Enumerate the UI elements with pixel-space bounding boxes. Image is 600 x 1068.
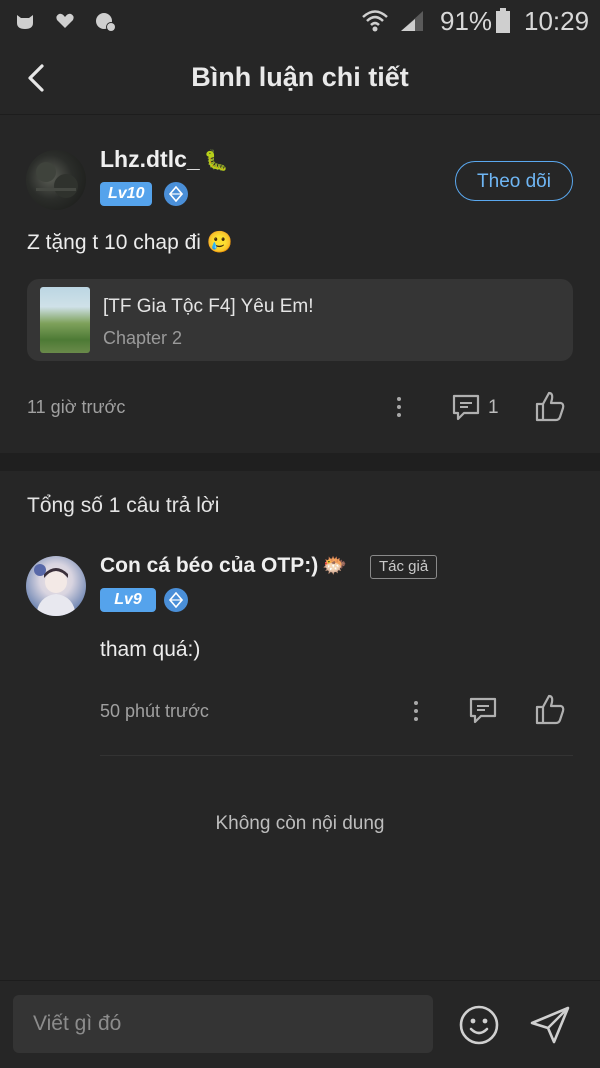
send-icon [530,1006,570,1044]
page-title: Bình luận chi tiết [191,62,409,92]
avatar[interactable] [26,150,86,210]
comic-title: [TF Gia Tộc F4] Yêu Em! [103,296,314,317]
clock: 10:29 [524,6,590,36]
comic-chapter: Chapter 2 [103,328,183,348]
post-content: Z tặng t 10 chap đi 🥲 [27,231,233,254]
reply-time: 50 phút trước [100,701,209,721]
comment-icon [452,394,480,421]
like-icon [535,694,565,725]
diamond-icon [164,588,188,612]
reply-username-emoji: 🐡 [322,555,348,577]
smiley-icon [459,1005,499,1045]
diamond-icon [164,182,188,206]
level-badge: Lv10 [100,182,153,206]
more-icon[interactable] [387,392,411,422]
paw-notification-icon [92,8,118,34]
wifi-icon [360,8,390,34]
reply-level-badge: Lv9 [100,588,156,612]
top-app-bar: Bình luận chi tiết [0,44,600,115]
battery-percent: 91% [440,6,493,36]
reply-like-button[interactable] [533,693,567,727]
section-divider [0,453,600,471]
comment-input[interactable] [13,995,433,1053]
comic-card[interactable]: [TF Gia Tộc F4] Yêu Em! Chapter 2 [27,279,573,361]
like-button[interactable] [533,390,567,424]
status-bar: 91% 10:29 [0,0,600,44]
reply-username[interactable]: Con cá béo của OTP:) 🐡 [100,553,347,578]
comment-count: 1 [488,397,499,418]
author-badge: Tác giả [370,555,438,579]
comment-icon [469,697,497,724]
like-icon [535,391,565,422]
post-username[interactable]: Lhz.dtlc_ 🐛 [100,146,229,173]
heart-365-icon [52,8,78,34]
follow-button[interactable]: Theo dõi [455,161,573,201]
username-emoji: 🐛 [203,150,229,172]
reply-total: Tổng số 1 câu trả lời [27,494,220,517]
signal-icon [398,8,426,34]
comment-button[interactable] [450,391,482,423]
reply-content: tham quá:) [100,638,201,661]
reply-avatar[interactable] [26,556,86,616]
send-button[interactable] [528,1004,572,1046]
more-icon[interactable] [404,696,428,726]
comic-cover-image [40,287,90,353]
reply-divider [100,755,573,756]
comment-composer [0,980,600,1068]
cat-icon [12,8,38,34]
post-time: 11 giờ trước [27,397,126,417]
emoji-button[interactable] [458,1004,500,1046]
username-text: Lhz.dtlc_ [100,146,200,172]
end-of-content: Không còn nội dung [215,813,385,834]
battery-icon [494,8,512,34]
reply-comment-button[interactable] [467,694,499,726]
reply-username-text: Con cá béo của OTP:) [100,554,319,577]
